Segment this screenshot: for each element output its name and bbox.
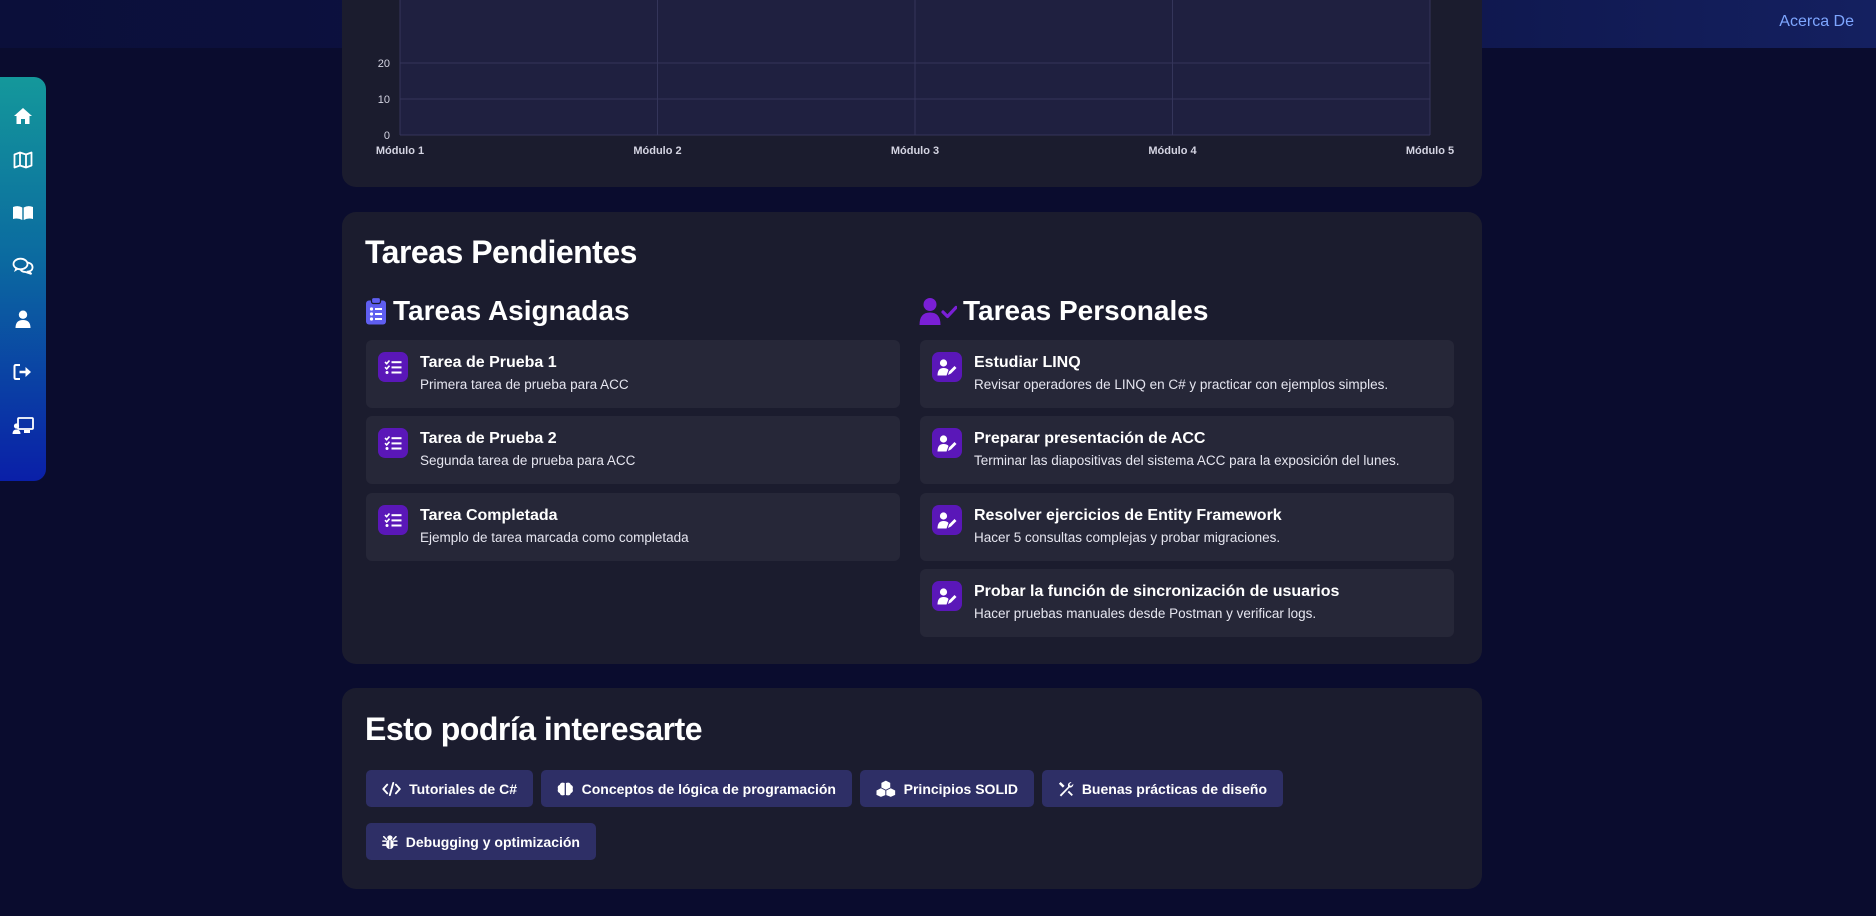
user-icon <box>15 310 31 328</box>
task-title: Resolver ejercicios de Entity Framework <box>974 507 1282 524</box>
chip-design-practices[interactable]: Buenas prácticas de diseño <box>1042 770 1283 807</box>
sidebar-item-book[interactable] <box>0 195 46 231</box>
user-pen-icon <box>937 358 957 375</box>
sidebar-item-logout[interactable] <box>0 354 46 390</box>
chart-x-tick-label: Módulo 3 <box>891 145 939 157</box>
chip-logic-concepts[interactable]: Conceptos de lógica de programación <box>541 770 852 807</box>
about-link[interactable]: Acerca De <box>1779 13 1854 31</box>
chip-label: Tutoriales de C# <box>409 780 517 797</box>
personal-tasks-title: Tareas Personales <box>963 295 1209 326</box>
chart-x-tick-label: Módulo 2 <box>633 145 681 157</box>
chart-y-tick-label: 10 <box>378 94 390 106</box>
task-description: Hacer pruebas manuales desde Postman y v… <box>974 606 1317 621</box>
suggestions-card: Esto podría interesarte Tutoriales de C#… <box>342 688 1482 889</box>
bug-icon <box>382 834 398 849</box>
chip-label: Principios SOLID <box>903 780 1018 797</box>
task-icon-box <box>932 352 962 382</box>
list-check-icon <box>384 359 402 374</box>
user-pen-icon <box>937 587 957 604</box>
task-icon-box <box>378 505 408 535</box>
chip-label: Debugging y optimización <box>405 833 580 850</box>
assigned-task-item[interactable]: Tarea de Prueba 1 Primera tarea de prueb… <box>366 340 900 408</box>
chart-x-tick-label: Módulo 5 <box>1406 145 1454 157</box>
assigned-tasks-title: Tareas Asignadas <box>393 295 630 326</box>
task-title: Tarea de Prueba 1 <box>420 354 557 371</box>
progress-chart-card: Módulo 1 Módulo 2 Módulo 3 Módulo 4 Módulo 5… <box>342 0 1482 187</box>
chip-debugging[interactable]: Debugging y optimización <box>366 823 596 860</box>
task-icon-box <box>932 428 962 458</box>
assigned-tasks-heading: Tareas Asignadas <box>365 295 630 327</box>
list-check-icon <box>384 512 402 527</box>
chip-label: Conceptos de lógica de programación <box>581 780 836 797</box>
cubes-icon <box>876 780 896 797</box>
personal-task-item[interactable]: Resolver ejercicios de Entity Framework … <box>920 493 1454 561</box>
task-icon-box <box>932 505 962 535</box>
pending-tasks-card: Tareas Pendientes Tareas Asignadas Tarea… <box>342 212 1482 664</box>
sidebar <box>0 77 46 481</box>
chip-label: Buenas prácticas de diseño <box>1081 780 1267 797</box>
sidebar-item-profile[interactable] <box>0 301 46 337</box>
progress-chart: Módulo 1 Módulo 2 Módulo 3 Módulo 4 Módulo 5… <box>376 0 1454 157</box>
task-icon-box <box>932 581 962 611</box>
comments-icon <box>12 257 34 275</box>
chart-y-tick-label: 20 <box>378 58 390 70</box>
personal-tasks-heading: Tareas Personales <box>919 295 1208 327</box>
code-icon <box>382 781 401 796</box>
task-title: Probar la función de sincronización de u… <box>974 583 1340 600</box>
task-title: Tarea Completada <box>420 507 558 524</box>
chart-x-tick-label: Módulo 4 <box>1148 145 1197 157</box>
task-description: Revisar operadores de LINQ en C# y pract… <box>974 377 1389 392</box>
sign-out-icon <box>13 364 31 380</box>
task-description: Segunda tarea de prueba para ACC <box>420 453 636 468</box>
tools-icon <box>1058 781 1074 796</box>
task-description: Ejemplo de tarea marcada como completada <box>420 530 689 545</box>
task-description: Primera tarea de prueba para ACC <box>420 377 629 392</box>
clipboard-list-icon <box>366 297 386 325</box>
chart-x-tick-label: Módulo 1 <box>376 145 424 157</box>
task-description: Hacer 5 consultas complejas y probar mig… <box>974 530 1281 545</box>
personal-task-item[interactable]: Probar la función de sincronización de u… <box>920 569 1454 637</box>
task-description: Terminar las diapositivas del sistema AC… <box>974 453 1400 468</box>
chip-csharp-tutorials[interactable]: Tutoriales de C# <box>366 770 533 807</box>
chalkboard-user-icon <box>12 417 34 434</box>
sidebar-item-teacher[interactable] <box>0 408 46 444</box>
user-pen-icon <box>937 511 957 528</box>
pending-tasks-title: Tareas Pendientes <box>365 234 637 270</box>
task-title: Preparar presentación de ACC <box>974 430 1206 447</box>
sidebar-item-comments[interactable] <box>0 248 46 284</box>
chip-solid-principles[interactable]: Principios SOLID <box>860 770 1034 807</box>
assigned-task-item[interactable]: Tarea Completada Ejemplo de tarea marcad… <box>366 493 900 561</box>
task-title: Estudiar LINQ <box>974 354 1081 371</box>
personal-task-item[interactable]: Preparar presentación de ACC Terminar la… <box>920 416 1454 484</box>
assigned-task-item[interactable]: Tarea de Prueba 2 Segunda tarea de prueb… <box>366 416 900 484</box>
chart-y-tick-label: 0 <box>384 130 390 142</box>
user-pen-icon <box>937 434 957 451</box>
task-icon-box <box>378 428 408 458</box>
list-check-icon <box>384 435 402 450</box>
brain-icon <box>557 782 573 795</box>
sidebar-item-home[interactable] <box>0 98 46 134</box>
home-icon <box>14 108 32 124</box>
book-open-icon <box>13 206 33 220</box>
task-title: Tarea de Prueba 2 <box>420 430 557 447</box>
suggestions-title: Esto podría interesarte <box>365 711 703 747</box>
task-icon-box <box>378 352 408 382</box>
map-icon <box>13 151 33 169</box>
sidebar-item-map[interactable] <box>0 142 46 178</box>
personal-task-item[interactable]: Estudiar LINQ Revisar operadores de LINQ… <box>920 340 1454 408</box>
user-check-icon <box>919 298 957 325</box>
